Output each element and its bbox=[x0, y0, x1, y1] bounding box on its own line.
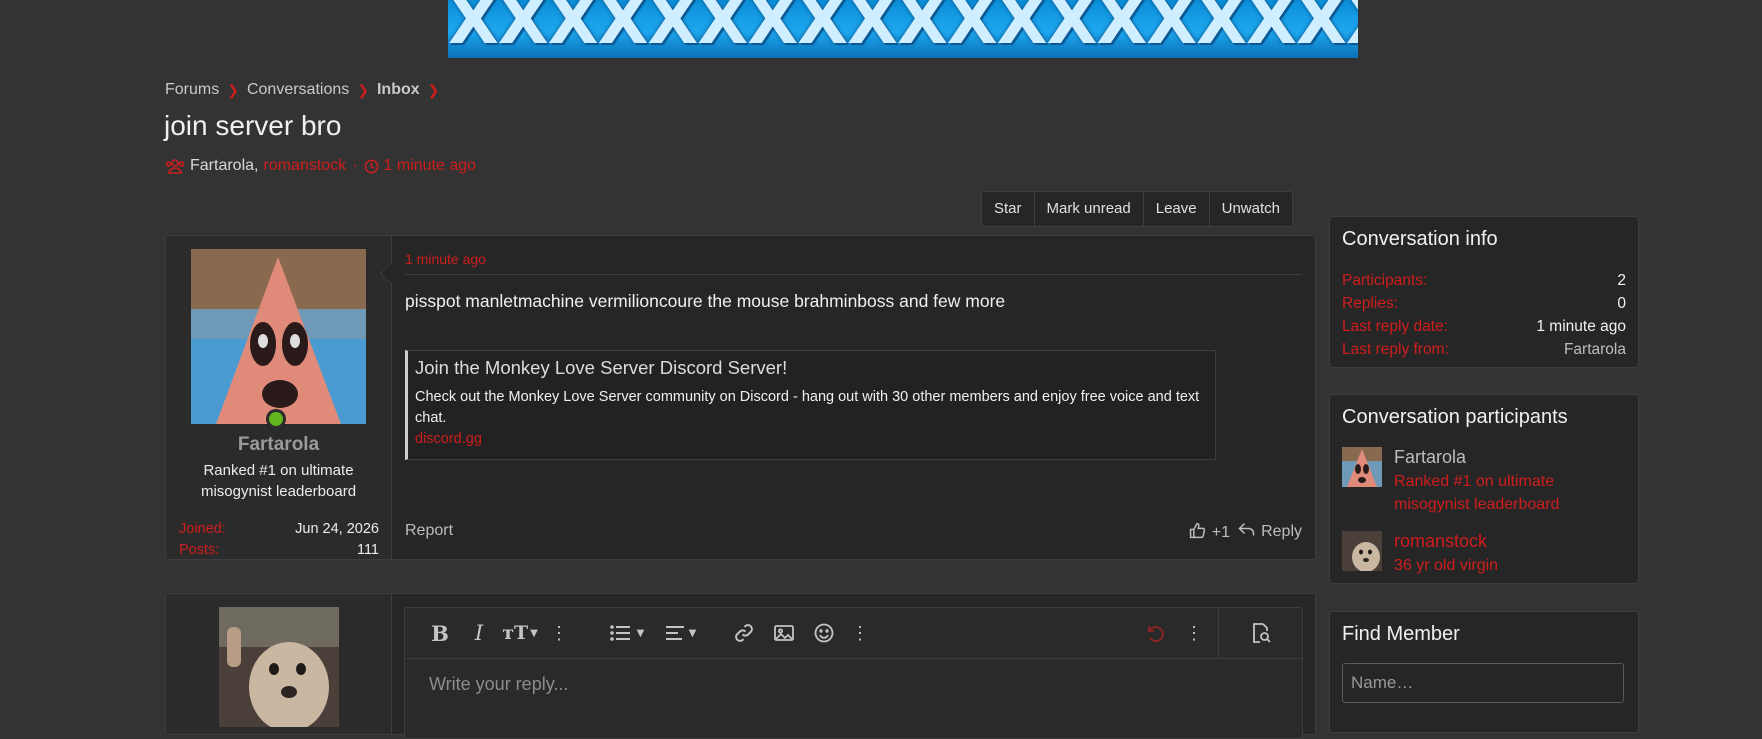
breadcrumb-inbox[interactable]: Inbox bbox=[377, 81, 420, 99]
link-embed[interactable]: Join the Monkey Love Server Discord Serv… bbox=[405, 350, 1216, 460]
conversation-time[interactable]: 1 minute ago bbox=[384, 157, 477, 175]
message-time[interactable]: 1 minute ago bbox=[405, 251, 486, 267]
find-member-block: Find Member bbox=[1329, 611, 1639, 733]
link-icon[interactable] bbox=[732, 622, 756, 644]
like-count: +1 bbox=[1211, 524, 1230, 541]
unwatch-button[interactable]: Unwatch bbox=[1210, 192, 1292, 226]
avatar[interactable] bbox=[1342, 531, 1382, 571]
online-status-icon bbox=[266, 409, 286, 429]
chevron-right-icon: ❯ bbox=[427, 81, 440, 98]
message: Fartarola Ranked #1 on ultimate misogyni… bbox=[165, 235, 1316, 560]
italic-icon[interactable]: I bbox=[468, 621, 490, 645]
stat-label: Posts: bbox=[179, 541, 220, 558]
embed-description: Check out the Monkey Love Server communi… bbox=[415, 389, 1200, 426]
preview-icon[interactable] bbox=[1218, 608, 1302, 658]
message-body: pisspot manletmachine vermilioncoure the… bbox=[405, 291, 1006, 311]
participant-name[interactable]: romanstock bbox=[1394, 531, 1487, 552]
like-button[interactable]: +1 bbox=[1189, 522, 1230, 544]
info-label: Replies: bbox=[1342, 294, 1398, 312]
info-value[interactable]: Fartarola bbox=[1564, 341, 1626, 359]
meta-dot: · bbox=[352, 157, 358, 174]
chevron-right-icon: ❯ bbox=[357, 81, 369, 98]
divider bbox=[405, 274, 1302, 275]
align-icon[interactable]: ▼ bbox=[663, 622, 699, 644]
participant-link[interactable]: Fartarola bbox=[190, 157, 254, 175]
text-size-icon[interactable]: тТ ▼ bbox=[500, 622, 540, 644]
message-user-panel: Fartarola Ranked #1 on ultimate misogyni… bbox=[166, 236, 392, 559]
stat-posts: Posts: 111 bbox=[179, 542, 379, 563]
reply-user-panel bbox=[166, 594, 392, 734]
message-content: 1 minute ago pisspot manletmachine vermi… bbox=[405, 236, 1302, 559]
message-author-title: Ranked #1 on ultimate misogynist leaderb… bbox=[200, 462, 357, 500]
reply-editor: B I тТ ▼ ⋮ ▼ ▼ ⋮ ⋮ Write your reply... bbox=[404, 607, 1303, 739]
info-value: 0 bbox=[1617, 294, 1626, 312]
stat-value[interactable]: 111 bbox=[357, 542, 379, 563]
conversation-actions: Star Mark unread Leave Unwatch bbox=[981, 191, 1293, 227]
leave-button[interactable]: Leave bbox=[1144, 192, 1210, 226]
conversation-meta: Fartarola , romanstock · 1 minute ago bbox=[165, 157, 476, 175]
block-title: Conversation info bbox=[1342, 228, 1498, 250]
report-link[interactable]: Report bbox=[405, 522, 453, 540]
avatar[interactable] bbox=[191, 249, 366, 424]
thumbs-up-icon bbox=[1189, 522, 1206, 544]
conversation-participants-block: Conversation participants Fartarola Rank… bbox=[1329, 394, 1639, 584]
breadcrumb-conversations[interactable]: Conversations bbox=[247, 81, 349, 99]
info-label: Participants: bbox=[1342, 271, 1428, 289]
reply-button[interactable]: Reply bbox=[1238, 522, 1302, 542]
mark-unread-button[interactable]: Mark unread bbox=[1035, 192, 1144, 226]
participant-name[interactable]: Fartarola bbox=[1394, 447, 1466, 468]
stat-joined: Joined: Jun 24, 2026 bbox=[179, 521, 379, 542]
clock-icon bbox=[364, 159, 379, 174]
quick-reply: B I тТ ▼ ⋮ ▼ ▼ ⋮ ⋮ Write your reply... bbox=[165, 593, 1316, 739]
avatar[interactable] bbox=[219, 607, 339, 727]
member-name-input[interactable] bbox=[1342, 663, 1624, 703]
users-icon bbox=[165, 158, 185, 174]
bold-icon[interactable]: B bbox=[429, 621, 451, 646]
reply-label: Reply bbox=[1261, 523, 1302, 540]
smiley-icon[interactable] bbox=[812, 622, 836, 644]
message-author[interactable]: Fartarola bbox=[166, 434, 391, 456]
more-options-icon[interactable]: ⋮ bbox=[1185, 622, 1203, 644]
chevron-right-icon: ❯ bbox=[227, 81, 239, 98]
block-title: Conversation participants bbox=[1342, 406, 1568, 428]
embed-link[interactable]: discord.gg bbox=[415, 431, 482, 447]
block-title: Find Member bbox=[1342, 623, 1460, 645]
banner-text: XXXXXXXXXXXXXXXXXXXXXXING bbox=[448, 0, 1358, 58]
info-label: Last reply from: bbox=[1342, 340, 1449, 358]
page-title: join server bro bbox=[164, 110, 342, 141]
breadcrumb-forums[interactable]: Forums bbox=[165, 81, 219, 99]
breadcrumb: Forums ❯ Conversations ❯ Inbox ❯ bbox=[165, 81, 447, 99]
conversation-info-block: Conversation info Participants: 2 Replie… bbox=[1329, 216, 1639, 368]
star-button[interactable]: Star bbox=[982, 192, 1035, 226]
undo-icon[interactable] bbox=[1143, 622, 1167, 644]
avatar[interactable] bbox=[1342, 447, 1382, 487]
stat-label: Joined: bbox=[179, 520, 226, 537]
list-icon[interactable]: ▼ bbox=[609, 622, 645, 644]
info-value: 2 bbox=[1617, 271, 1626, 289]
reply-input[interactable]: Write your reply... bbox=[429, 674, 568, 695]
participant-title: 36 yr old virgin bbox=[1394, 557, 1499, 574]
info-rows: Participants: 2 Replies: 0 Last reply da… bbox=[1342, 269, 1626, 361]
user-stats: Joined: Jun 24, 2026 Posts: 111 bbox=[179, 521, 379, 563]
site-banner[interactable]: XXXXXXXXXXXXXXXXXXXXXXING bbox=[448, 0, 1358, 58]
image-icon[interactable] bbox=[772, 622, 796, 644]
participant-link[interactable]: romanstock bbox=[263, 157, 346, 175]
message-footer: Report +1 Reply bbox=[405, 522, 1302, 544]
stat-value: Jun 24, 2026 bbox=[295, 520, 379, 537]
info-row: Last reply date: 1 minute ago bbox=[1342, 315, 1626, 338]
more-options-icon[interactable]: ⋮ bbox=[851, 622, 869, 644]
participant-separator: , bbox=[254, 157, 259, 174]
info-row: Participants: 2 bbox=[1342, 269, 1626, 292]
info-row: Replies: 0 bbox=[1342, 292, 1626, 315]
info-label: Last reply date: bbox=[1342, 317, 1448, 335]
participant-title: Ranked #1 on ultimate misogynist leaderb… bbox=[1394, 473, 1560, 513]
editor-toolbar: B I тТ ▼ ⋮ ▼ ▼ ⋮ ⋮ bbox=[405, 608, 1302, 659]
reply-icon bbox=[1238, 522, 1255, 542]
info-row: Last reply from: Fartarola bbox=[1342, 338, 1626, 361]
info-value[interactable]: 1 minute ago bbox=[1536, 318, 1626, 336]
embed-title[interactable]: Join the Monkey Love Server Discord Serv… bbox=[415, 357, 787, 379]
more-options-icon[interactable]: ⋮ bbox=[550, 622, 568, 644]
